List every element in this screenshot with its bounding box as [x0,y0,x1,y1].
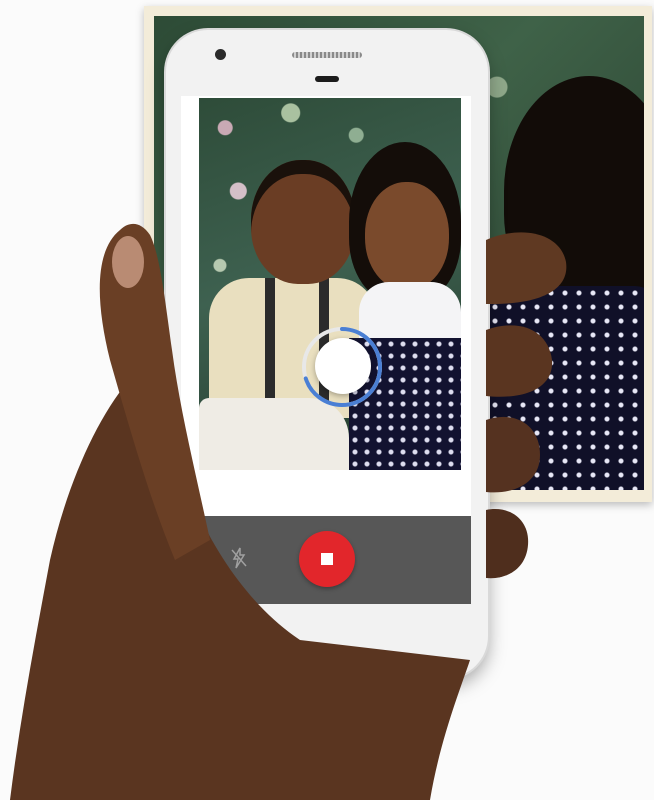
girl-head [365,182,449,290]
boy-head [251,160,355,284]
earpiece-speaker [292,52,362,58]
camera-controls-bar [181,516,471,604]
scan-target-dot[interactable] [315,338,371,394]
proximity-sensor [315,76,339,82]
print-girl-dress [474,286,644,490]
stop-icon [321,553,333,565]
phone [166,30,488,678]
camera-viewfinder [199,98,461,470]
boy-suspender-left [265,278,275,408]
print-girl-hair [504,76,644,306]
flash-off-icon[interactable] [229,546,249,570]
front-camera [215,49,226,60]
phone-screen [181,96,471,604]
stop-scan-button[interactable] [299,531,355,587]
